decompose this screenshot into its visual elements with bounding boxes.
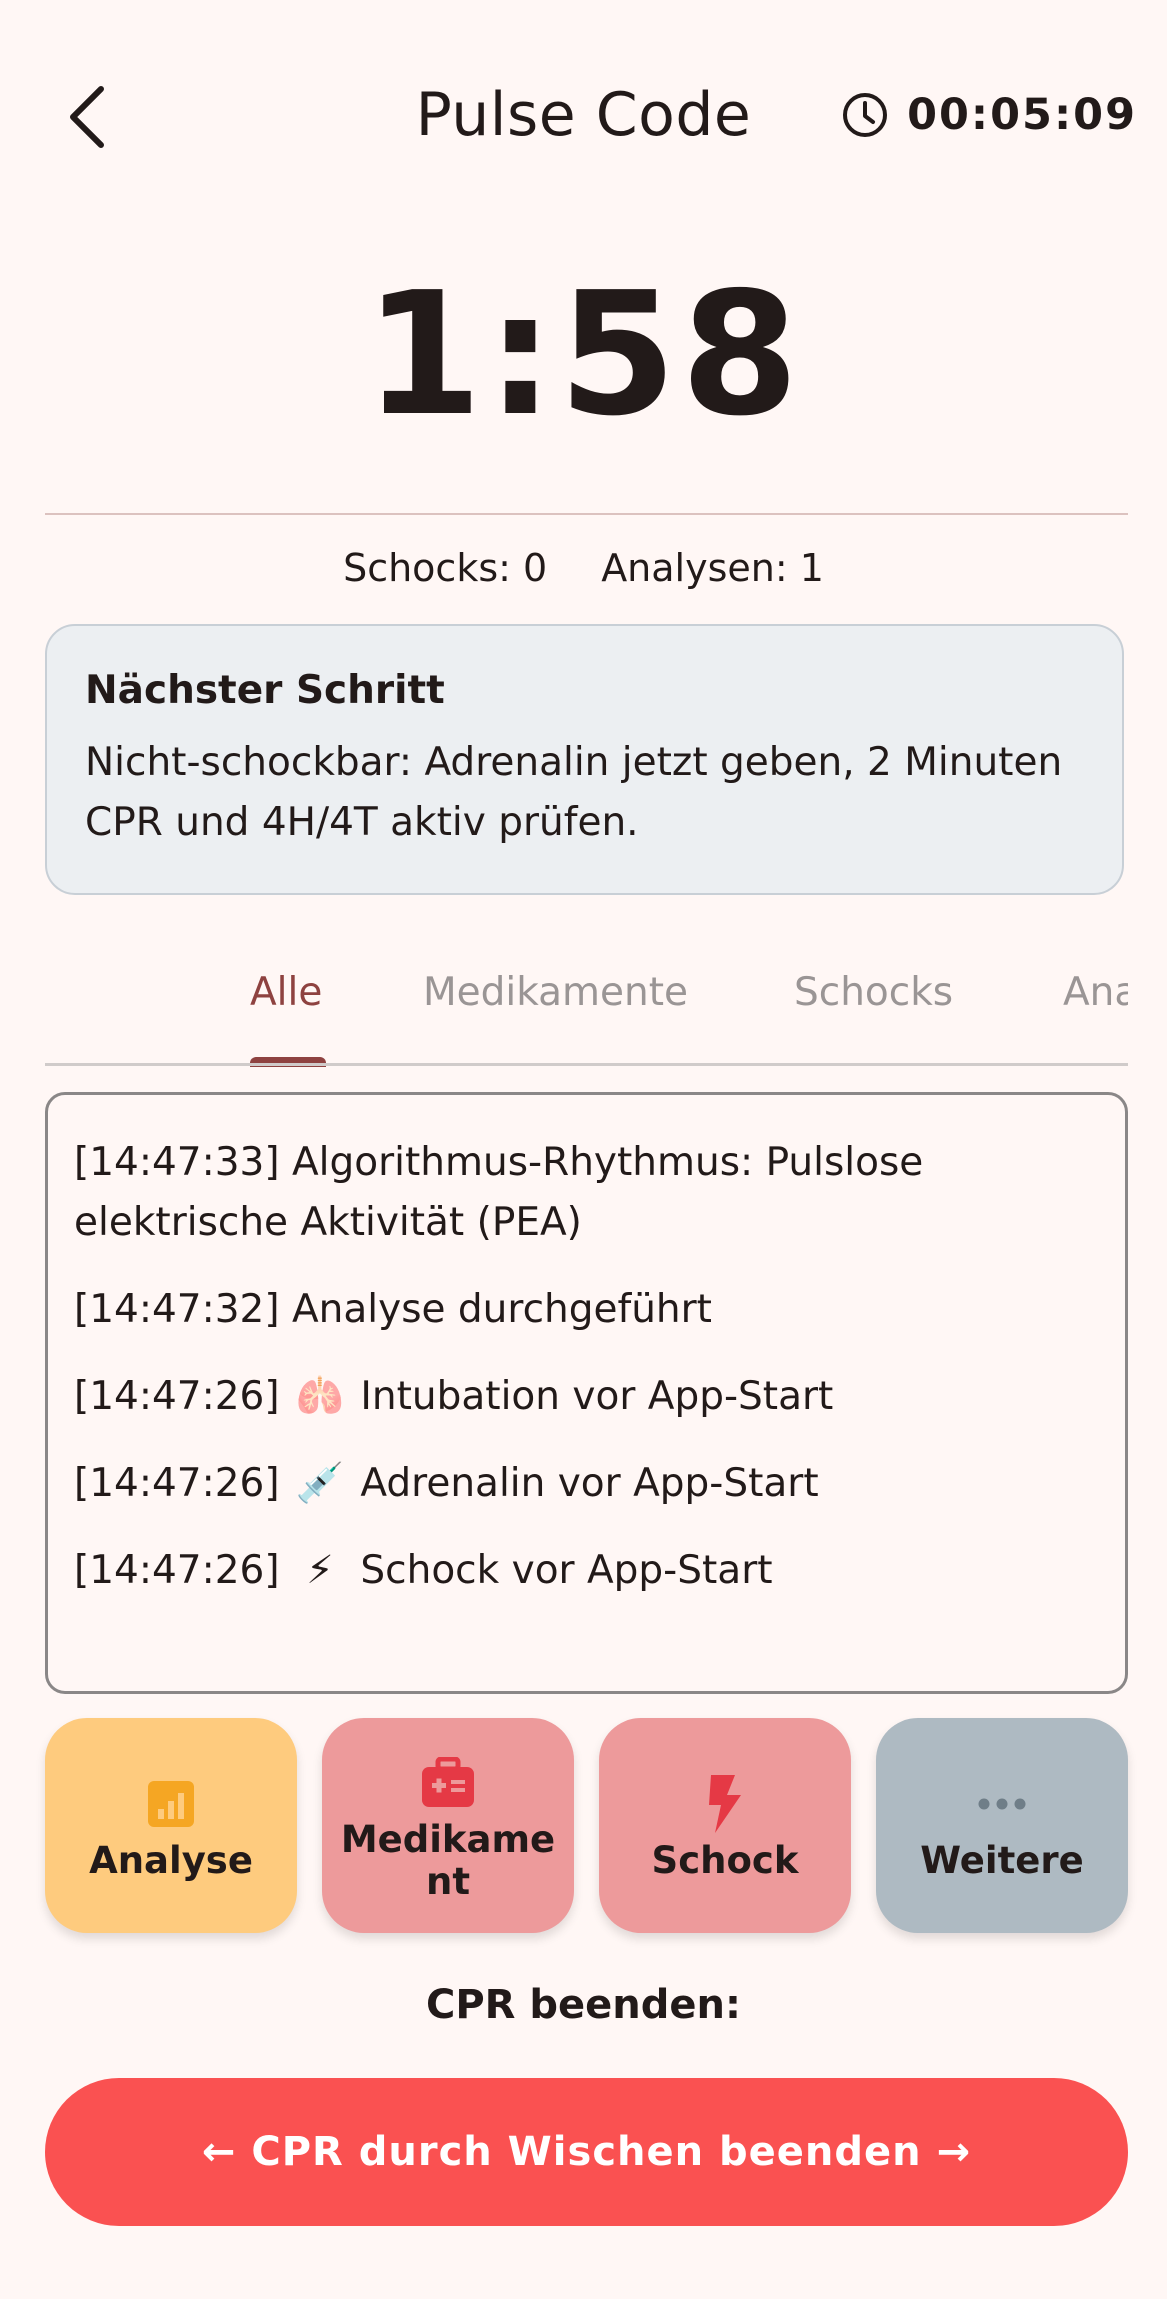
tab-schocks[interactable]: Schocks [794, 970, 953, 1015]
next-step-body: Nicht-schockbar: Adrenalin jetzt geben, … [85, 740, 1063, 845]
log-text: Adrenalin vor App-Start [360, 1461, 819, 1506]
log-entry: [14:47:26] 🫁 Intubation vor App-Start [74, 1367, 1099, 1427]
tab-analysen[interactable]: Analysen [1063, 970, 1128, 1015]
lightning-icon: ⚡ [306, 1548, 334, 1593]
clock-icon [843, 93, 888, 137]
shocks-count: Schocks: 0 [343, 546, 548, 590]
log-filter-tabs: Alle Medikamente Schocks Analysen [45, 940, 1128, 1064]
log-entry: [14:47:26] ⚡ Schock vor App-Start [74, 1541, 1099, 1601]
cycle-countdown: 1:58 [364, 256, 803, 454]
next-step-card: Nächster Schritt Nicht-schockbar: Adrena… [45, 624, 1124, 895]
elapsed-time: 00:05:09 [907, 90, 1137, 140]
next-step-title: Nächster Schritt [85, 668, 445, 713]
swipe-end-cpr-button[interactable]: ← CPR durch Wischen beenden → [45, 2078, 1128, 2226]
analyse-button[interactable]: Analyse [45, 1718, 297, 1933]
log-time: [14:47:26] [74, 1461, 280, 1506]
log-time: [14:47:32] [74, 1287, 280, 1332]
weitere-button[interactable]: Weitere [876, 1718, 1128, 1933]
log-entry: [14:47:32] Analyse durchgeführt [74, 1280, 1099, 1340]
divider [45, 513, 1128, 515]
action-bar: Analyse Medikament Schock Weitere [45, 1718, 1128, 1933]
end-cpr-label: CPR beenden: [426, 1982, 741, 2028]
schock-label: Schock [651, 1838, 799, 1882]
medikament-label: Medikament [340, 1817, 556, 1903]
log-text: Intubation vor App-Start [360, 1374, 834, 1419]
analyses-count: Analysen: 1 [601, 546, 824, 590]
elapsed-timer: 00:05:09 [841, 90, 1137, 140]
analyse-label: Analyse [89, 1838, 253, 1882]
syringe-icon: 💉 [295, 1461, 345, 1506]
lightning-bolt-icon [697, 1774, 753, 1833]
log-time: [14:47:26] [74, 1374, 280, 1419]
event-log[interactable]: [14:47:33] Algorithmus-Rhythmus: Pulslos… [45, 1092, 1128, 1694]
log-text: Analyse durchgeführt [292, 1287, 712, 1332]
tab-medikamente[interactable]: Medikamente [423, 970, 688, 1015]
tab-alle[interactable]: Alle [250, 970, 322, 1015]
analytics-icon [143, 1776, 199, 1832]
log-text: Schock vor App-Start [360, 1548, 773, 1593]
log-time: [14:47:33] [74, 1140, 280, 1185]
log-entry: [14:47:33] Algorithmus-Rhythmus: Pulslos… [74, 1133, 1099, 1253]
medikament-button[interactable]: Medikament [322, 1718, 574, 1933]
more-dots-icon [974, 1776, 1030, 1832]
weitere-label: Weitere [920, 1838, 1084, 1882]
log-time: [14:47:26] [74, 1548, 280, 1593]
stats-row: Schocks: 0 Analysen: 1 [0, 546, 1167, 590]
medical-kit-icon [420, 1755, 476, 1811]
tabs-divider [45, 1063, 1128, 1066]
lungs-icon: 🫁 [295, 1374, 345, 1419]
schock-button[interactable]: Schock [599, 1718, 851, 1933]
log-entry: [14:47:26] 💉 Adrenalin vor App-Start [74, 1454, 1099, 1514]
